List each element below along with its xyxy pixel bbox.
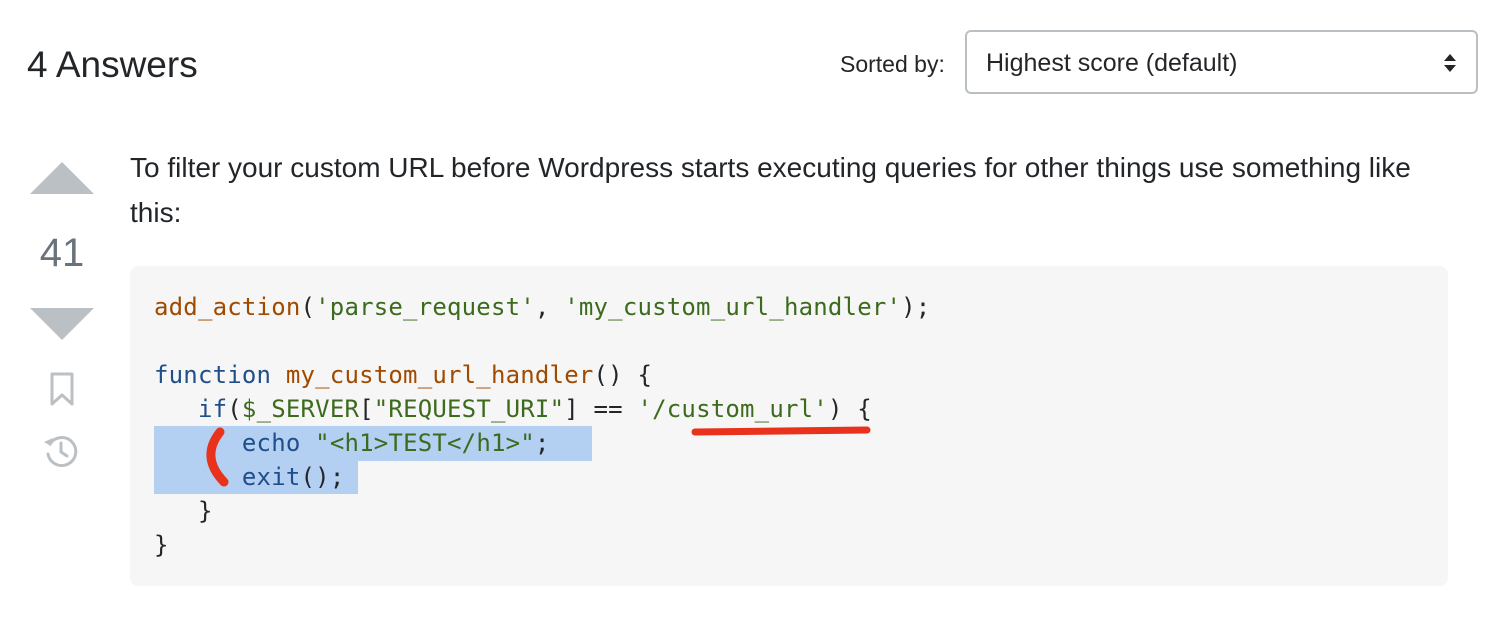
code-token-punct: (); xyxy=(300,463,345,491)
code-token-keyword: exit xyxy=(241,463,301,491)
code-token-punct: [ xyxy=(359,395,374,423)
history-icon[interactable] xyxy=(42,432,80,470)
code-line-1: add_action('parse_request', 'my_custom_u… xyxy=(154,290,930,324)
select-arrows-icon xyxy=(1444,54,1456,72)
code-token-punct: ] == xyxy=(564,395,638,423)
code-token-indent xyxy=(154,463,242,491)
code-token-string: "REQUEST_URI" xyxy=(373,395,565,423)
code-token-punct: ) { xyxy=(827,395,872,423)
sort-select[interactable]: Highest score (default) xyxy=(965,30,1478,94)
sort-label: Sorted by: xyxy=(840,51,945,77)
code-token-punct: , xyxy=(534,293,565,321)
answer-body-text: To filter your custom URL before Wordpre… xyxy=(130,152,1411,228)
code-token-string: "<h1>TEST</h1>" xyxy=(315,429,535,457)
code-token-keyword: function xyxy=(154,361,272,389)
code-token-function: add_action xyxy=(154,293,301,321)
vote-column: 41 xyxy=(28,160,96,480)
code-token-punct: () { xyxy=(593,361,653,389)
arrow-down-icon[interactable] xyxy=(28,306,96,342)
code-token-variable: $_SERVER xyxy=(241,395,360,423)
answers-header: 4 Answers Sorted by: Highest score (defa… xyxy=(27,30,1480,96)
code-token-function: my_custom_url_handler xyxy=(285,361,594,389)
code-token-punct: ; xyxy=(534,429,550,457)
code-line-3: if($_SERVER["REQUEST_URI"] == '/custom_u… xyxy=(154,392,872,426)
code-token-punct: ( xyxy=(227,395,242,423)
code-token-keyword: if xyxy=(197,395,228,423)
code-line-4: echo "<h1>TEST</h1>"; xyxy=(154,426,550,460)
answers-count-title: 4 Answers xyxy=(27,44,198,85)
code-token-keyword: echo xyxy=(241,429,301,457)
code-line-5: exit(); xyxy=(154,460,344,494)
vote-count: 41 xyxy=(39,231,85,275)
code-token-string: '/custom_url' xyxy=(637,395,828,423)
code-token-indent xyxy=(154,395,198,423)
code-token-punct: ); xyxy=(901,293,931,321)
code-token-punct: ( xyxy=(300,293,316,321)
arrow-up-icon[interactable] xyxy=(28,160,96,196)
code-line-2: function my_custom_url_handler() { xyxy=(154,358,652,392)
code-token-string: 'parse_request' xyxy=(315,293,535,321)
code-token-indent xyxy=(154,429,242,457)
code-line-7: } xyxy=(154,531,169,559)
code-block: add_action('parse_request', 'my_custom_u… xyxy=(130,266,1448,586)
code-token-string: 'my_custom_url_handler' xyxy=(564,293,902,321)
bookmark-icon[interactable] xyxy=(49,372,75,406)
sort-selected-value: Highest score (default) xyxy=(986,49,1238,77)
code-line-6: } xyxy=(154,497,213,525)
